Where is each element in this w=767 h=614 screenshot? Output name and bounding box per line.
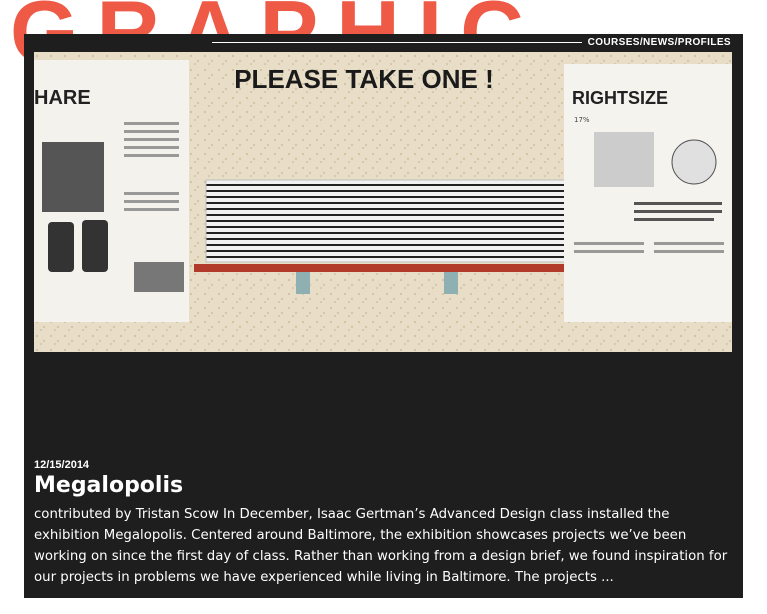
news-card[interactable]: COURSES/NEWS/PROFILES HARE PLEASE TAKE O…	[24, 34, 743, 598]
post-excerpt: contributed by Tristan Scow In December,…	[34, 507, 728, 585]
right-poster: RIGHTSIZE 17%	[564, 64, 732, 322]
photo-headline: PLEASE TAKE ONE !	[234, 64, 494, 94]
left-poster: HARE	[34, 60, 189, 322]
post-date: 12/15/2014	[34, 459, 90, 471]
post-meta: 12/15/2014 Megalopolis	[34, 459, 183, 498]
red-shelf	[194, 264, 598, 272]
right-poster-percent: 17%	[574, 116, 590, 124]
breadcrumb-nav: COURSES/NEWS/PROFILES	[211, 37, 731, 48]
newspaper-stack	[205, 179, 591, 263]
post-photo[interactable]: HARE PLEASE TAKE ONE ! RIGHTSIZE 17%	[34, 52, 732, 352]
left-poster-title: HARE	[34, 87, 91, 109]
photo-illustration: HARE PLEASE TAKE ONE ! RIGHTSIZE 17%	[34, 52, 732, 352]
nav-rule	[211, 42, 582, 43]
post-title[interactable]: Megalopolis	[34, 473, 183, 498]
nav-link[interactable]: COURSES/NEWS/PROFILES	[588, 37, 731, 48]
right-poster-title: RIGHTSIZE	[572, 88, 668, 108]
shelf-bracket-right	[444, 272, 458, 294]
shelf-bracket-left	[296, 272, 310, 294]
